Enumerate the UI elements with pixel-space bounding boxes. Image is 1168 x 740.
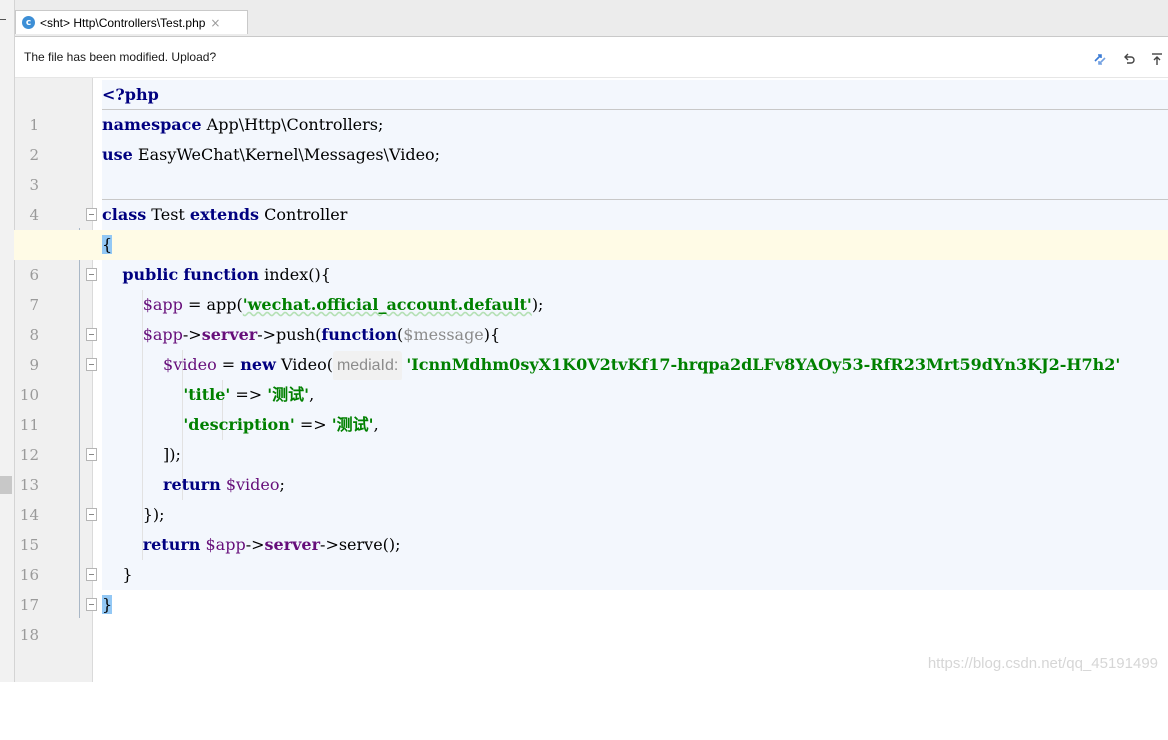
variable: $app xyxy=(142,295,183,314)
editor-tab-bar: c <sht> Http\Controllers\Test.php × xyxy=(15,0,1168,37)
code-text: EasyWeChat\Kernel\Messages\Video; xyxy=(132,145,441,164)
close-icon[interactable]: × xyxy=(210,16,220,30)
code-text: , xyxy=(373,415,379,434)
fold-toggle-icon[interactable] xyxy=(86,208,97,221)
keyword: class xyxy=(102,205,147,224)
code-text: } xyxy=(122,565,133,584)
code-text: ); xyxy=(531,295,544,314)
code-text: push( xyxy=(276,325,322,344)
keyword: return xyxy=(142,535,201,554)
fold-toggle-icon[interactable] xyxy=(86,268,97,281)
parameter: $message xyxy=(403,325,484,344)
keyword: namespace xyxy=(102,115,202,134)
code-line-5[interactable]: 5 class Test extends Controller xyxy=(0,200,1168,254)
code-text: -> xyxy=(182,325,202,344)
code-line-2[interactable]: 2 namespace App\Http\Controllers; xyxy=(0,110,1168,164)
string-literal: '测试' xyxy=(267,385,310,404)
php-class-icon: c xyxy=(22,16,35,29)
code-line-17[interactable]: 17 } xyxy=(0,560,1168,614)
code-lines: 1 <?php 2 namespace App\Http\Controllers… xyxy=(0,80,1168,644)
keyword: public xyxy=(122,265,179,284)
variable: $app xyxy=(142,325,183,344)
code-line-12[interactable]: 12 'description' => '测试', xyxy=(0,410,1168,464)
field: server xyxy=(264,535,321,554)
code-line-8[interactable]: 8 $app = app('wechat.official_account.de… xyxy=(0,290,1168,344)
string-literal: '测试' xyxy=(331,415,374,434)
revert-icon[interactable] xyxy=(1121,51,1137,67)
sync-icon[interactable] xyxy=(1092,51,1108,67)
code-text: ; xyxy=(279,475,285,494)
code-line-13[interactable]: 13 ]); xyxy=(0,440,1168,494)
code-text: = xyxy=(216,355,241,374)
code-line-3[interactable]: 3 use EasyWeChat\Kernel\Messages\Video; xyxy=(0,140,1168,194)
code-text: ]); xyxy=(163,445,181,464)
variable: $video xyxy=(220,475,280,494)
keyword: function xyxy=(321,325,398,344)
code-text: ->serve(); xyxy=(320,535,401,554)
code-text: Video( xyxy=(275,355,333,374)
php-open-tag: <?php xyxy=(102,85,159,104)
code-text: , xyxy=(309,385,315,404)
class-name: Test xyxy=(146,205,190,224)
code-line-7[interactable]: 7 public function index(){ xyxy=(0,260,1168,314)
code-text: }); xyxy=(142,505,165,524)
notification-text: The file has been modified. Upload? xyxy=(24,50,217,64)
keyword: function xyxy=(183,265,260,284)
variable: $video xyxy=(163,355,217,374)
code-line-1[interactable]: 1 <?php xyxy=(0,80,1168,134)
fold-end-icon[interactable] xyxy=(86,598,97,611)
keyword: use xyxy=(102,145,133,164)
code-text: -> xyxy=(245,535,265,554)
fold-toggle-icon[interactable] xyxy=(86,328,97,341)
code-text: = app( xyxy=(182,295,243,314)
code-line-14[interactable]: 14 return $video; xyxy=(0,470,1168,524)
keyword: new xyxy=(240,355,276,374)
keyword: extends xyxy=(189,205,260,224)
tab-test-php[interactable]: c <sht> Http\Controllers\Test.php × xyxy=(15,10,248,34)
code-line-11[interactable]: 11 'title' => '测试', xyxy=(0,380,1168,434)
window-edge-dash xyxy=(0,19,6,20)
variable: $app xyxy=(200,535,246,554)
code-text: Controller xyxy=(259,205,348,224)
code-line-6[interactable]: 6 { xyxy=(0,230,1168,284)
keyword: return xyxy=(163,475,221,494)
line-number: 18 xyxy=(19,626,39,644)
code-line-9[interactable]: 9 $app->server->push(function($message){ xyxy=(0,320,1168,374)
watermark: https://blog.csdn.net/qq_45191499 xyxy=(927,655,1158,672)
code-text: -> xyxy=(257,325,277,344)
string-literal: 'wechat.official_account.default' xyxy=(242,295,532,314)
code-line-15[interactable]: 15 }); xyxy=(0,500,1168,554)
code-text: ){ xyxy=(483,325,501,344)
code-line-16[interactable]: 16 return $app->server->serve(); xyxy=(0,530,1168,584)
code-text: index(){ xyxy=(259,265,331,284)
code-line-4[interactable]: 4 xyxy=(0,170,1168,224)
tab-label: <sht> Http\Controllers\Test.php xyxy=(40,15,206,30)
fold-end-icon[interactable] xyxy=(86,448,97,461)
code-text: => xyxy=(230,385,268,404)
field: server xyxy=(201,325,258,344)
upload-icon[interactable] xyxy=(1149,51,1165,67)
parameter-hint: mediaId: xyxy=(332,351,403,381)
fold-end-icon[interactable] xyxy=(86,568,97,581)
array-key: 'description' xyxy=(183,415,295,434)
fold-end-icon[interactable] xyxy=(86,508,97,521)
upload-notification-bar: The file has been modified. Upload? xyxy=(15,37,1168,78)
code-text: App\Http\Controllers; xyxy=(201,115,384,134)
code-line-18[interactable]: 18 } xyxy=(0,590,1168,644)
code-text: => xyxy=(294,415,332,434)
array-key: 'title' xyxy=(183,385,231,404)
code-line-10[interactable]: 10 $video = new Video(mediaId: 'IcnnMdhm0… xyxy=(0,350,1168,404)
matched-brace: } xyxy=(102,595,113,614)
matched-brace: { xyxy=(102,235,113,254)
php-region-band xyxy=(102,170,1168,200)
string-literal: 'IcnnMdhm0syX1K0V2tvKf17-hrqpa2dLFv8YAOy… xyxy=(406,355,1121,374)
fold-toggle-icon[interactable] xyxy=(86,358,97,371)
